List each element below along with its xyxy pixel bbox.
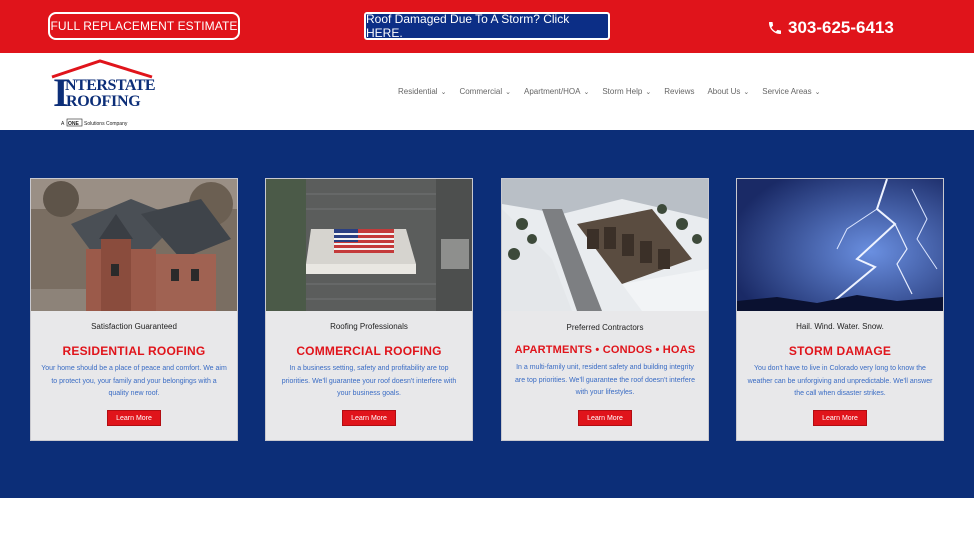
nav-label: Residential [398, 87, 438, 96]
logo-tagline-a: A [61, 121, 65, 127]
phone-icon [769, 22, 781, 34]
nav-item-about-us[interactable]: About Us ⌄ [707, 87, 749, 96]
commercial-building-image [266, 179, 472, 311]
nav-item-residential[interactable]: Residential ⌄ [398, 87, 446, 96]
nav-label: About Us [707, 87, 741, 96]
chevron-down-icon: ⌄ [743, 88, 750, 96]
learn-more-button[interactable]: Learn More [813, 410, 867, 426]
nav-label: Apartment/HOA [524, 87, 581, 96]
nav-item-reviews[interactable]: Reviews [664, 87, 694, 96]
card-subtitle: Satisfaction Guaranteed [91, 322, 177, 331]
card-title: RESIDENTIAL ROOFING [62, 344, 206, 358]
service-card-residential: Satisfaction Guaranteed RESIDENTIAL ROOF… [30, 178, 238, 441]
phone-link[interactable]: 303-625-6413 [767, 17, 894, 39]
logo-tagline-one: ONE [68, 121, 80, 127]
condo-complex-image [502, 179, 708, 311]
logo-tagline-rest: Solutions Company [84, 121, 128, 127]
nav-label: Service Areas [762, 87, 812, 96]
card-title: COMMERCIAL ROOFING [296, 344, 442, 358]
nav-item-commercial[interactable]: Commercial ⌄ [459, 87, 511, 96]
chevron-down-icon: ⌄ [645, 88, 652, 96]
card-description: Your home should be a place of peace and… [41, 365, 227, 397]
nav-label: Commercial [459, 87, 503, 96]
card-description: In a business setting, safety and profit… [281, 365, 457, 397]
chevron-down-icon: ⌄ [505, 88, 511, 96]
top-bar: FULL REPLACEMENT ESTIMATE Roof Damaged D… [0, 0, 974, 53]
lightning-storm-image [737, 179, 943, 311]
card-subtitle: Hail. Wind. Water. Snow. [796, 322, 884, 331]
learn-more-button[interactable]: Learn More [107, 410, 161, 426]
interstate-roofing-logo[interactable]: I NTERSTATE ROOFING A ONE Solutions Comp… [48, 59, 158, 127]
chevron-down-icon: ⌄ [440, 88, 447, 96]
phone-number: 303-625-6413 [788, 18, 894, 37]
nav-label: Storm Help [602, 87, 643, 96]
residential-house-image [31, 179, 237, 311]
logo-line1: NTERSTATE [65, 77, 155, 94]
card-title: APARTMENTS • CONDOS • HOAS [514, 344, 696, 356]
storm-damage-button[interactable]: Roof Damaged Due To A Storm? Click HERE. [364, 12, 610, 40]
site-header: I NTERSTATE ROOFING A ONE Solutions Comp… [0, 53, 974, 130]
card-subtitle: Preferred Contractors [566, 323, 644, 332]
learn-more-button[interactable]: Learn More [342, 410, 396, 426]
main-nav: Residential ⌄ Commercial ⌄ Apartment/HOA ⌄ … [398, 87, 833, 96]
service-card-apartments: Preferred Contractors APARTMENTS • CONDO… [501, 178, 709, 441]
nav-item-storm-help[interactable]: Storm Help ⌄ [602, 87, 651, 96]
card-title: STORM DAMAGE [788, 344, 892, 358]
chevron-down-icon: ⌄ [814, 88, 821, 96]
card-description: You don't have to live in Colorado very … [747, 365, 933, 397]
chevron-down-icon: ⌄ [583, 88, 590, 96]
card-subtitle: Roofing Professionals [330, 322, 408, 331]
learn-more-button[interactable]: Learn More [578, 410, 632, 426]
service-card-commercial: Roofing Professionals COMMERCIAL ROOFING… [265, 178, 473, 441]
nav-item-service-areas[interactable]: Service Areas ⌄ [762, 87, 820, 96]
nav-item-apartment-hoa[interactable]: Apartment/HOA ⌄ [524, 87, 589, 96]
service-card-storm-damage: Hail. Wind. Water. Snow. STORM DAMAGE Yo… [736, 178, 944, 441]
logo-line2: ROOFING [66, 93, 141, 110]
full-replacement-estimate-button[interactable]: FULL REPLACEMENT ESTIMATE [48, 12, 240, 40]
card-description: In a multi-family unit, resident safety … [515, 364, 695, 396]
nav-label: Reviews [664, 87, 695, 96]
page-below-section [0, 498, 974, 558]
